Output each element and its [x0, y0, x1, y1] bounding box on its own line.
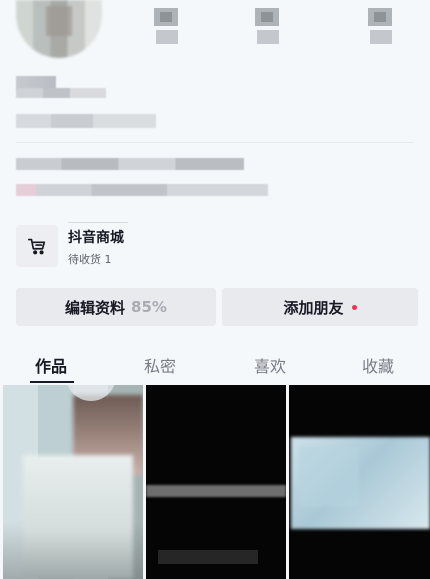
shop-subtitle[interactable]: 待收货 1 [68, 251, 112, 267]
tab-works[interactable]: 作品 [35, 353, 67, 377]
header-divider [16, 142, 414, 143]
stat-following-label [156, 30, 178, 44]
cart-icon [27, 238, 46, 255]
profile-name-extra [16, 88, 106, 98]
stat-followers[interactable] [255, 8, 281, 48]
thumbnail-figure-body [23, 455, 133, 579]
stat-likes[interactable] [368, 8, 394, 48]
profile-avatar[interactable] [16, 0, 102, 58]
stat-followers-value [255, 8, 279, 26]
thumbnail-caption-bar [158, 550, 258, 564]
tab-likes[interactable]: 喜欢 [254, 353, 286, 377]
add-friend-button[interactable]: 添加朋友 [222, 288, 418, 326]
shop-title[interactable]: 抖音商城 [68, 227, 124, 247]
video-thumbnail[interactable] [289, 385, 430, 579]
tab-favorites[interactable]: 收藏 [362, 353, 394, 377]
video-thumbnail[interactable] [3, 385, 143, 579]
shop-entry[interactable] [16, 225, 58, 267]
video-grid [0, 385, 430, 579]
tab-private[interactable]: 私密 [144, 353, 176, 377]
stat-following-value [154, 8, 178, 26]
profile-bio-line-2 [16, 184, 268, 196]
shop-divider [68, 222, 128, 223]
tab-indicator [30, 381, 74, 383]
profile-bio-line-1 [16, 158, 244, 170]
thumbnail-image [291, 437, 430, 529]
video-thumbnail[interactable] [146, 385, 286, 579]
thumbnail-caption-bar [146, 485, 286, 497]
profile-completion: 85% [131, 298, 167, 316]
content-tabs: 作品 私密 喜欢 收藏 [0, 345, 430, 385]
profile-id [16, 114, 156, 128]
stat-likes-label [370, 30, 392, 44]
edit-profile-label: 编辑资料 [65, 298, 126, 317]
notification-dot [351, 304, 357, 310]
stat-following[interactable] [154, 8, 180, 48]
edit-profile-button[interactable]: 编辑资料 85% [16, 288, 216, 326]
stat-likes-value [368, 8, 392, 26]
add-friend-label: 添加朋友 [283, 298, 344, 317]
stat-followers-label [257, 30, 279, 44]
